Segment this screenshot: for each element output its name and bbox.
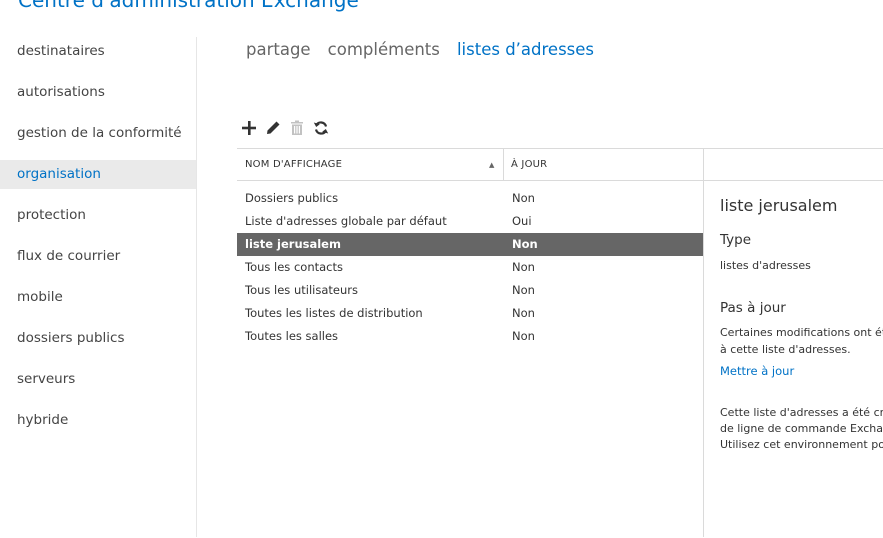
row-name: Toutes les listes de distribution — [245, 306, 423, 320]
delete-button[interactable] — [285, 118, 309, 138]
toolbar — [237, 118, 333, 138]
table-body: Dossiers publics Non Liste d'adresses gl… — [237, 181, 703, 348]
table-row[interactable]: Dossiers publics Non — [237, 187, 703, 210]
sidebar-item-flux-de-courrier[interactable]: flux de courrier — [0, 242, 196, 271]
edit-icon — [267, 121, 280, 134]
sidebar-item-mobile[interactable]: mobile — [0, 283, 196, 312]
table-row[interactable]: Tous les contacts Non — [237, 256, 703, 279]
row-name: Dossiers publics — [245, 191, 339, 205]
table-row[interactable]: Toutes les listes de distribution Non — [237, 302, 703, 325]
details-note-2: de ligne de commande Exchange — [720, 422, 883, 435]
sidebar-item-gestion-conformite[interactable]: gestion de la conformité — [0, 119, 196, 148]
row-status: Non — [512, 283, 535, 297]
add-icon — [242, 121, 256, 135]
row-name: liste jerusalem — [245, 237, 341, 251]
sidebar-item-destinataires[interactable]: destinataires — [0, 37, 196, 66]
sidebar-item-protection[interactable]: protection — [0, 201, 196, 230]
details-type-value: listes d'adresses — [720, 259, 811, 272]
details-status-label: Pas à jour — [720, 300, 786, 316]
sort-ascending-icon: ▲ — [489, 161, 495, 169]
edit-button[interactable] — [261, 118, 285, 138]
refresh-button[interactable] — [309, 118, 333, 138]
details-type-label: Type — [720, 232, 752, 248]
table-header: NOM D'AFFICHAGE ▲ À JOUR — [237, 149, 703, 181]
address-list-table: NOM D'AFFICHAGE ▲ À JOUR Dossiers public… — [237, 148, 703, 538]
app-title: Centre d'administration Exchange — [18, 0, 359, 12]
sidebar-item-serveurs[interactable]: serveurs — [0, 365, 196, 394]
add-button[interactable] — [237, 118, 261, 138]
delete-icon — [291, 120, 303, 135]
sidebar-item-hybride[interactable]: hybride — [0, 406, 196, 435]
table-row[interactable]: Tous les utilisateurs Non — [237, 279, 703, 302]
update-link[interactable]: Mettre à jour — [720, 364, 794, 378]
row-status: Non — [512, 237, 538, 251]
row-status: Non — [512, 191, 535, 205]
column-header-nom-affichage[interactable]: NOM D'AFFICHAGE — [245, 149, 342, 180]
details-note-1: Cette liste d'adresses a été créée — [720, 406, 883, 419]
table-row[interactable]: Liste d'adresses globale par défaut Oui — [237, 210, 703, 233]
details-title: liste jerusalem — [720, 196, 838, 215]
row-name: Liste d'adresses globale par défaut — [245, 214, 447, 228]
refresh-icon — [313, 121, 329, 135]
row-name: Tous les utilisateurs — [245, 283, 358, 297]
column-header-a-jour[interactable]: À JOUR — [511, 149, 547, 180]
row-status: Non — [512, 260, 535, 274]
table-row-selected[interactable]: liste jerusalem Non — [237, 233, 703, 256]
row-name: Toutes les salles — [245, 329, 339, 343]
row-name: Tous les contacts — [245, 260, 343, 274]
tab-partage[interactable]: partage — [246, 40, 311, 59]
tab-listes-adresses[interactable]: listes d’adresses — [457, 40, 594, 59]
details-note-3: Utilisez cet environnement pour — [720, 438, 883, 451]
table-row[interactable]: Toutes les salles Non — [237, 325, 703, 348]
sidebar-nav: destinataires autorisations gestion de l… — [0, 37, 197, 537]
column-divider[interactable] — [503, 149, 504, 180]
row-status: Non — [512, 329, 535, 343]
sidebar-item-autorisations[interactable]: autorisations — [0, 78, 196, 107]
details-pane: liste jerusalem Type listes d'adresses P… — [704, 148, 883, 538]
details-header-divider — [704, 180, 883, 181]
details-status-text-2: à cette liste d'adresses. — [720, 343, 851, 356]
details-status-text-1: Certaines modifications ont été — [720, 326, 883, 339]
sidebar-item-dossiers-publics[interactable]: dossiers publics — [0, 324, 196, 353]
sidebar-item-organisation[interactable]: organisation — [0, 160, 196, 189]
row-status: Oui — [512, 214, 532, 228]
tab-complements[interactable]: compléments — [328, 40, 440, 59]
row-status: Non — [512, 306, 535, 320]
tab-bar: partage compléments listes d’adresses — [246, 40, 606, 59]
